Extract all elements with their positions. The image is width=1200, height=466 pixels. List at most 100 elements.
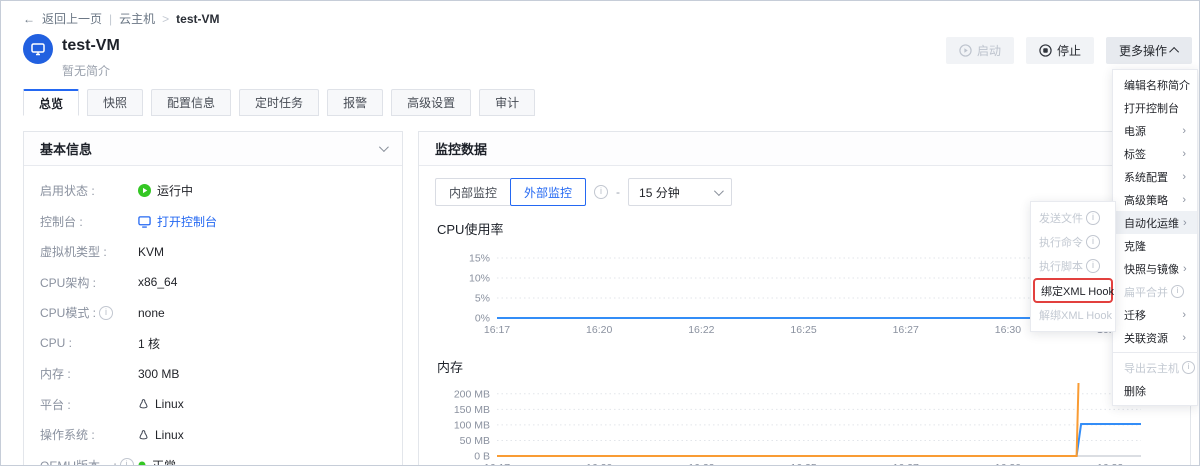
basic-info-rows: 启用状态 :运行中控制台 :打开控制台虚拟机类型 :KVMCPU架构 :x86_… (24, 166, 402, 466)
menu-item-扁平合并[interactable]: 扁平合并i (1113, 280, 1197, 303)
submenu-item-发送文件[interactable]: 发送文件i (1031, 206, 1115, 230)
submenu-item-解绑XML Hook[interactable]: 解绑XML Hook (1031, 303, 1115, 327)
info-icon: i (1086, 235, 1100, 249)
svg-text:16:30: 16:30 (995, 324, 1021, 336)
info-value[interactable]: 打开控制台 (138, 213, 217, 230)
info-row: 启用状态 :运行中 (40, 182, 386, 199)
breadcrumb-back[interactable]: 返回上一页 (42, 10, 102, 27)
interval-select[interactable]: 15 分钟 (628, 178, 732, 206)
memory-chart-title: 内存 (437, 357, 1174, 376)
submenu-item-执行命令[interactable]: 执行命令i (1031, 230, 1115, 254)
info-value: none (138, 306, 165, 320)
svg-text:0%: 0% (475, 313, 490, 325)
chevron-right-icon: › (1182, 125, 1186, 137)
memory-chart-block: 内存 0 B50 MB100 MB150 MB200 MB16:1716:201… (419, 357, 1190, 466)
info-row: 平台 :Linux (40, 396, 386, 413)
info-row: CPU :1 核 (40, 335, 386, 352)
svg-text:16:22: 16:22 (688, 462, 714, 466)
menu-item-快照与镜像[interactable]: 快照与镜像› (1113, 257, 1197, 280)
menu-item-编辑名称简介[interactable]: 编辑名称简介 (1113, 73, 1197, 96)
chevron-right-icon: › (1182, 332, 1186, 344)
vm-monitor-icon (23, 34, 53, 64)
menu-item-自动化运维[interactable]: 自动化运维› (1113, 211, 1197, 234)
breadcrumb-separator: > (162, 12, 169, 26)
automation-submenu: 发送文件i执行命令i执行脚本i绑定XML Hook解绑XML Hook (1030, 201, 1116, 332)
tab-报警[interactable]: 报警 (327, 89, 383, 116)
start-button[interactable]: 启动 (946, 37, 1014, 64)
monitor-header: 监控数据 (419, 132, 1190, 166)
info-label: 内存 : (40, 365, 138, 382)
info-row: CPU模式 :inone (40, 304, 386, 321)
info-label: 平台 : (40, 396, 138, 413)
svg-text:200 MB: 200 MB (454, 388, 490, 400)
tabs: 总览快照配置信息定时任务报警高级设置审计 (23, 89, 535, 116)
submenu-item-执行脚本[interactable]: 执行脚本i (1031, 254, 1115, 278)
action-buttons: 启动 停止 更多操作 (946, 37, 1192, 64)
more-actions-label: 更多操作 (1119, 42, 1167, 59)
svg-text:16:25: 16:25 (790, 462, 816, 466)
green-dot-icon (138, 461, 146, 466)
dash-separator: - (616, 185, 620, 199)
menu-item-导出云主机[interactable]: 导出云主机i (1113, 356, 1197, 379)
info-label: QEMU版本... :i (40, 457, 138, 466)
info-row: 内存 :300 MB (40, 365, 386, 382)
info-label: 启用状态 : (40, 182, 138, 199)
chevron-right-icon: › (1182, 309, 1186, 321)
tab-定时任务[interactable]: 定时任务 (239, 89, 319, 116)
monitor-title: 监控数据 (435, 139, 487, 158)
menu-item-删除[interactable]: 删除 (1113, 379, 1197, 402)
svg-text:16:17: 16:17 (484, 324, 510, 336)
breadcrumb-section[interactable]: 云主机 (119, 10, 155, 27)
basic-info-header[interactable]: 基本信息 (24, 132, 402, 166)
menu-item-打开控制台[interactable]: 打开控制台 (1113, 96, 1197, 119)
start-button-label: 启动 (977, 42, 1001, 59)
basic-info-title: 基本信息 (40, 139, 92, 158)
info-icon: i (1182, 361, 1195, 374)
svg-text:16:25: 16:25 (790, 324, 816, 336)
info-label: 操作系统 : (40, 426, 138, 443)
submenu-item-绑定XML Hook[interactable]: 绑定XML Hook (1033, 278, 1113, 303)
chevron-right-icon: › (1182, 171, 1186, 183)
info-value: KVM (138, 245, 164, 259)
info-icon: i (1086, 211, 1100, 225)
stop-button[interactable]: 停止 (1026, 37, 1094, 64)
more-actions-menu: 编辑名称简介打开控制台电源›标签›系统配置›高级策略›自动化运维›克隆快照与镜像… (1112, 69, 1198, 406)
svg-text:16:27: 16:27 (893, 324, 919, 336)
menu-item-关联资源[interactable]: 关联资源› (1113, 326, 1197, 349)
info-icon[interactable]: i (594, 185, 608, 199)
tab-审计[interactable]: 审计 (479, 89, 535, 116)
more-actions-button[interactable]: 更多操作 (1106, 37, 1192, 64)
menu-item-迁移[interactable]: 迁移› (1113, 303, 1197, 326)
info-value: 运行中 (138, 182, 193, 199)
info-value: Linux (138, 428, 184, 442)
menu-item-高级策略[interactable]: 高级策略› (1113, 188, 1197, 211)
running-status-icon (138, 184, 151, 197)
svg-text:150 MB: 150 MB (454, 404, 490, 416)
menu-item-电源[interactable]: 电源› (1113, 119, 1197, 142)
menu-item-克隆[interactable]: 克隆 (1113, 234, 1197, 257)
memory-chart: 0 B50 MB100 MB150 MB200 MB16:1716:2016:2… (435, 378, 1176, 466)
internal-monitor-button[interactable]: 内部监控 (435, 178, 510, 206)
breadcrumb-current: test-VM (176, 12, 219, 26)
info-row: 虚拟机类型 :KVM (40, 243, 386, 260)
info-row: QEMU版本... :i正常 (40, 457, 386, 466)
back-arrow-icon[interactable]: ← (23, 12, 35, 26)
menu-item-标签[interactable]: 标签› (1113, 142, 1197, 165)
svg-text:16:20: 16:20 (586, 462, 612, 466)
linux-icon (138, 398, 149, 410)
tab-配置信息[interactable]: 配置信息 (151, 89, 231, 116)
tab-高级设置[interactable]: 高级设置 (391, 89, 471, 116)
chevron-down-icon (379, 142, 389, 152)
info-label: 控制台 : (40, 213, 138, 230)
info-label: CPU : (40, 336, 138, 350)
menu-item-系统配置[interactable]: 系统配置› (1113, 165, 1197, 188)
tab-总览[interactable]: 总览 (23, 89, 79, 116)
svg-text:16:32: 16:32 (1097, 462, 1123, 466)
stop-circle-icon (1039, 44, 1052, 57)
info-label: CPU架构 : (40, 274, 138, 291)
svg-text:100 MB: 100 MB (454, 419, 490, 431)
svg-text:16:17: 16:17 (484, 462, 510, 466)
info-row: 操作系统 :Linux (40, 426, 386, 443)
external-monitor-button[interactable]: 外部监控 (510, 178, 586, 206)
tab-快照[interactable]: 快照 (87, 89, 143, 116)
